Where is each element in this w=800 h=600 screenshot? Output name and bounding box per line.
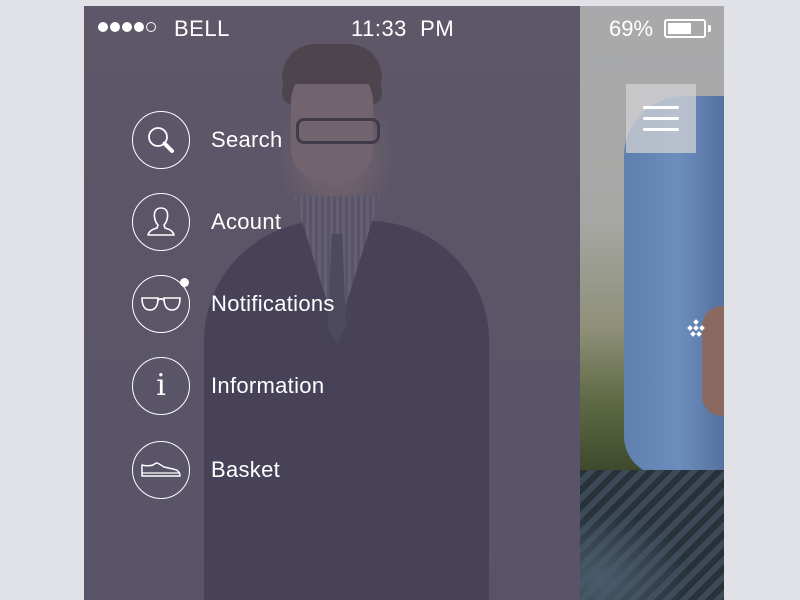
- hamburger-icon[interactable]: [626, 84, 696, 153]
- menu-item-label: Basket: [211, 457, 281, 482]
- menu-item-label: Acount: [211, 209, 282, 234]
- carrier-name: BELL: [174, 16, 230, 41]
- phone-screen: BELL 11:33 PM 69% Search Acount Notifica…: [84, 6, 724, 600]
- clock: 11:33 PM: [351, 16, 455, 41]
- user-icon: [132, 193, 190, 251]
- menu-item-label: Notifications: [211, 291, 335, 316]
- search-icon: [132, 111, 190, 169]
- menu-item-search[interactable]: Search: [132, 109, 492, 171]
- battery-level: [668, 23, 691, 34]
- content-photo-sleeve: [624, 96, 724, 476]
- battery-percent: 69%: [609, 16, 654, 41]
- notification-badge-dot: [180, 278, 189, 287]
- menu-item-basket[interactable]: Basket: [132, 439, 492, 501]
- menu-item-label: Information: [211, 373, 325, 398]
- shoe-icon: [132, 441, 190, 499]
- content-photo-bottom: [580, 470, 724, 600]
- menu-item-information[interactable]: i Information: [132, 355, 492, 417]
- battery-tip: [708, 25, 711, 32]
- info-icon: i: [132, 357, 190, 415]
- status-bar: BELL 11:33 PM 69%: [84, 6, 724, 52]
- battery-icon: [664, 19, 706, 38]
- glasses-icon: [132, 275, 190, 333]
- menu-item-notifications[interactable]: Notifications: [132, 273, 492, 335]
- signal-strength-icon: [98, 22, 156, 32]
- drag-handle-icon[interactable]: [684, 318, 708, 342]
- menu-item-label: Search: [211, 127, 283, 152]
- menu-item-account[interactable]: Acount: [132, 191, 492, 253]
